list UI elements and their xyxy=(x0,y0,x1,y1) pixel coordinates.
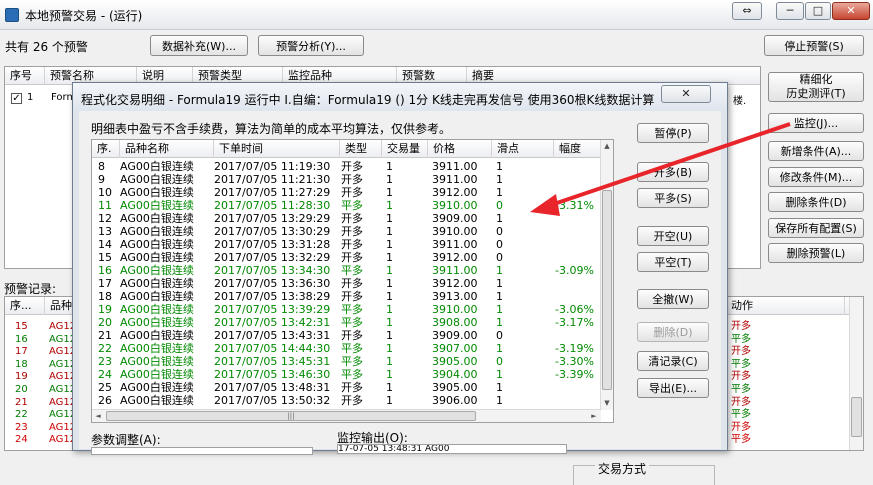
annotation-arrow-layer xyxy=(530,122,791,216)
trade-mode-label: 交易方式 xyxy=(595,460,650,477)
annotation-arrow-head xyxy=(530,194,560,216)
annotation-arrow-line xyxy=(547,122,791,208)
